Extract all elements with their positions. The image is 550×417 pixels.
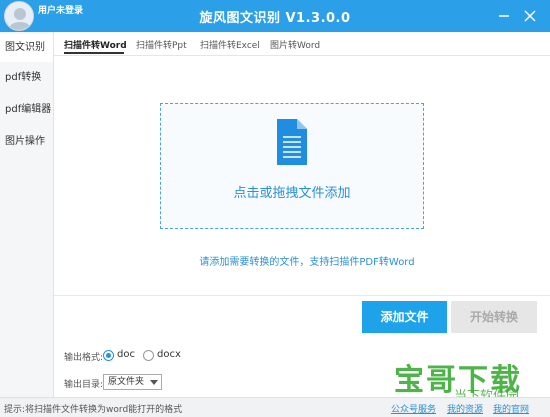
format-radio-doc[interactable] — [103, 350, 114, 361]
format-option-doc[interactable]: doc — [117, 349, 135, 360]
minimize-icon — [499, 15, 509, 17]
sidebar-item-ocr[interactable]: 图文识别 — [0, 34, 53, 62]
sidebar-item-pdf-editor[interactable]: pdf编辑器 — [0, 96, 53, 124]
title-bar: 用户未登录 旋风图文识别 V1.3.0.0 — [0, 0, 550, 32]
document-icon — [277, 119, 307, 165]
close-button[interactable] — [520, 6, 540, 26]
start-convert-button[interactable]: 开始转换 — [451, 301, 537, 333]
tab-bar: 扫描件转Word 扫描件转Ppt 扫描件转Excel 图片转Word — [54, 32, 550, 56]
format-option-docx[interactable]: docx — [157, 349, 181, 360]
link-my-resources[interactable]: 我的资源 — [447, 402, 483, 415]
status-hint: 提示:将扫描件文件转换为word能打开的格式 — [4, 405, 183, 415]
link-official-account[interactable]: 公众号服务 — [391, 402, 436, 415]
status-bar: 提示:将扫描件文件转换为word能打开的格式 公众号服务 我的资源 我的官网 — [0, 397, 550, 417]
drop-zone-label: 点击或拖拽文件添加 — [233, 186, 351, 201]
output-dir-label: 输出目录: — [64, 380, 104, 390]
tab-scan-to-word[interactable]: 扫描件转Word — [64, 38, 127, 51]
hint-text: 请添加需要转换的文件，支持扫描件PDF转Word — [199, 257, 415, 268]
chevron-down-icon — [150, 380, 158, 385]
tab-image-to-word[interactable]: 图片转Word — [270, 38, 320, 51]
sidebar-item-image-ops[interactable]: 图片操作 — [0, 128, 53, 156]
format-radio-docx[interactable] — [143, 350, 154, 361]
close-icon — [524, 10, 536, 22]
divider — [54, 295, 550, 296]
output-dir-select[interactable]: 原文件夹 — [103, 374, 162, 390]
active-tab-indicator — [64, 52, 124, 54]
output-format-label: 输出格式: — [64, 353, 104, 363]
file-drop-zone[interactable]: 点击或拖拽文件添加 — [160, 103, 424, 229]
sidebar: 图文识别 pdf转换 pdf编辑器 图片操作 — [0, 32, 54, 397]
sidebar-item-pdf-convert[interactable]: pdf转换 — [0, 64, 53, 92]
output-dir-value: 原文件夹 — [108, 377, 145, 387]
tab-scan-to-excel[interactable]: 扫描件转Excel — [200, 38, 260, 51]
app-title: 旋风图文识别 V1.3.0.0 — [199, 11, 351, 26]
link-official-site[interactable]: 我的官网 — [493, 402, 529, 415]
minimize-button[interactable] — [494, 6, 514, 26]
tab-scan-to-ppt[interactable]: 扫描件转Ppt — [136, 38, 187, 51]
add-file-button[interactable]: 添加文件 — [362, 301, 447, 333]
